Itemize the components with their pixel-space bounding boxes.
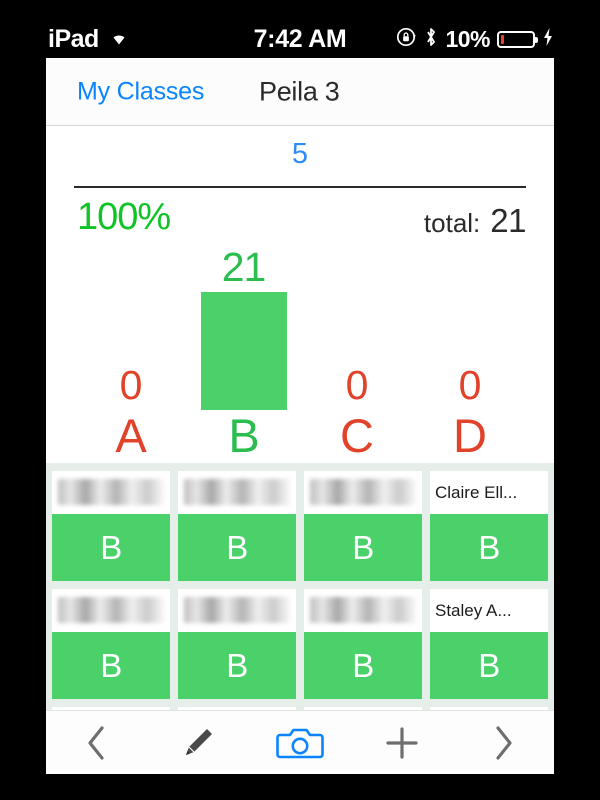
student-responses-scroll-area[interactable]: B B B Claire Ell... B B B B Staley A... B bbox=[46, 463, 554, 710]
lightning-bolt-icon bbox=[542, 27, 554, 52]
bar-count-b: 21 bbox=[221, 243, 267, 290]
bar-column-d[interactable]: 0D bbox=[425, 230, 515, 460]
results-chart-panel: 5 100% total: 21 0 A 21 B 0 C 0 D bbox=[46, 126, 554, 463]
student-answer: B bbox=[304, 632, 422, 699]
bar-column-c[interactable]: 0C bbox=[312, 230, 402, 460]
student-answer: B bbox=[430, 514, 548, 581]
device-bottom-bezel bbox=[0, 774, 600, 800]
student-name: Staley A... bbox=[435, 600, 512, 620]
battery-percent-label: 10% bbox=[445, 25, 490, 52]
previous-question-button[interactable] bbox=[65, 719, 129, 767]
status-bar-right: 10% bbox=[395, 26, 554, 53]
student-answer: B bbox=[430, 632, 548, 699]
student-card[interactable]: B bbox=[304, 471, 422, 581]
student-answer: B bbox=[178, 632, 296, 699]
bar-label-d: D bbox=[453, 408, 487, 462]
bottom-toolbar bbox=[46, 710, 554, 774]
bluetooth-icon bbox=[424, 26, 438, 53]
answer-distribution-bar-chart: 0 A 21 B 0 C 0 D bbox=[74, 230, 526, 460]
device-frame: iPad 7:42 AM 10% My Classes Peila 3 5 10… bbox=[0, 0, 600, 800]
bar-column-b[interactable]: 21 B bbox=[199, 230, 289, 460]
rotation-lock-icon bbox=[395, 26, 417, 53]
bar-rect-b bbox=[200, 291, 287, 410]
battery-icon bbox=[497, 30, 538, 48]
ios-status-bar: iPad 7:42 AM 10% bbox=[0, 20, 600, 58]
question-number-label: 5 bbox=[291, 138, 309, 170]
student-name bbox=[178, 471, 296, 514]
chevron-right-icon bbox=[490, 723, 516, 763]
student-answer: B bbox=[52, 514, 170, 581]
app-window: My Classes Peila 3 5 100% total: 21 0 A 21… bbox=[46, 58, 554, 774]
student-name bbox=[304, 471, 422, 514]
student-responses-grid: B B B Claire Ell... B B B B Staley A... B bbox=[52, 471, 548, 710]
plus-icon bbox=[382, 723, 422, 763]
edit-button[interactable] bbox=[166, 719, 230, 767]
bar-label-b: B bbox=[228, 408, 259, 462]
student-card[interactable]: B bbox=[178, 589, 296, 699]
bar-count-c: 0 bbox=[345, 361, 369, 408]
student-card[interactable]: Staley A... B bbox=[430, 589, 548, 699]
student-card[interactable]: Claire Ell... B bbox=[430, 471, 548, 581]
student-card[interactable]: B bbox=[52, 471, 170, 581]
add-button[interactable] bbox=[370, 719, 434, 767]
student-answer: B bbox=[304, 514, 422, 581]
back-to-my-classes-link[interactable]: My Classes bbox=[77, 77, 204, 106]
student-card[interactable]: B bbox=[178, 471, 296, 581]
student-answer: B bbox=[178, 514, 296, 581]
panel-divider bbox=[74, 186, 526, 188]
camera-icon bbox=[276, 723, 324, 763]
student-name bbox=[178, 589, 296, 632]
student-card[interactable]: B bbox=[304, 589, 422, 699]
scan-button[interactable] bbox=[268, 719, 332, 767]
navigation-bar: My Classes Peila 3 bbox=[46, 58, 554, 126]
student-name: Claire Ell... bbox=[435, 482, 518, 502]
bar-count-a: 0 bbox=[119, 361, 143, 408]
page-title: Peila 3 bbox=[259, 76, 340, 106]
student-card[interactable]: B bbox=[52, 589, 170, 699]
bar-label-a: A bbox=[115, 408, 146, 462]
next-question-button[interactable] bbox=[471, 719, 535, 767]
bar-count-d: 0 bbox=[458, 361, 482, 408]
chevron-left-icon bbox=[84, 723, 110, 763]
pencil-icon bbox=[178, 723, 218, 763]
student-answer: B bbox=[52, 632, 170, 699]
bar-label-c: C bbox=[340, 408, 374, 462]
student-name bbox=[52, 471, 170, 514]
student-name bbox=[52, 589, 170, 632]
bar-column-a[interactable]: 0A bbox=[86, 230, 176, 460]
student-name bbox=[304, 589, 422, 632]
